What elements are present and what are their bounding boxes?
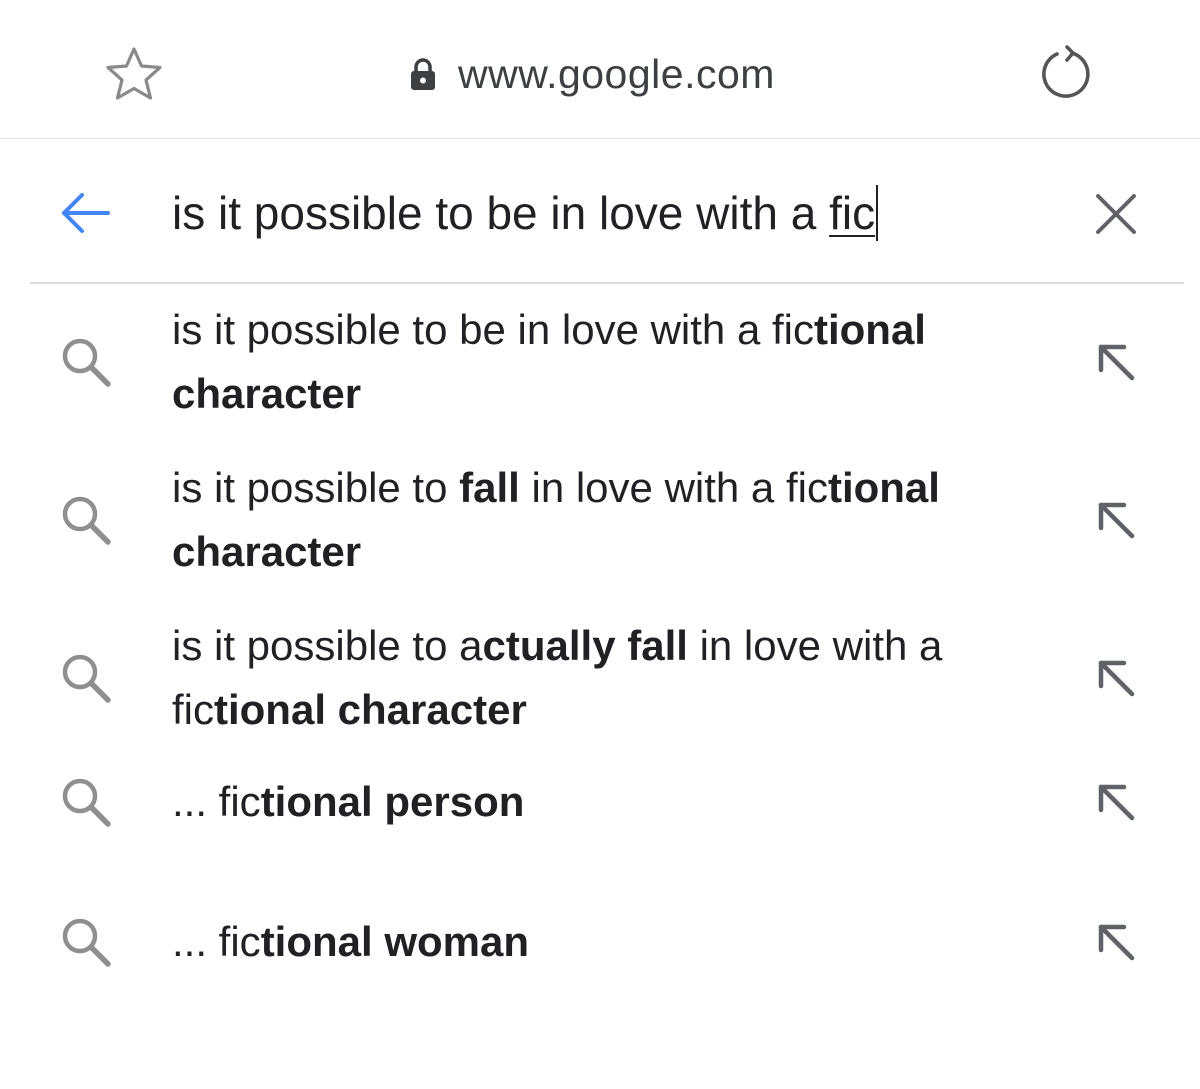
- address-bar: www.google.com: [0, 0, 1200, 139]
- suggestion-text[interactable]: is it possible to be in love with a fict…: [172, 298, 1042, 426]
- bookmark-star-icon[interactable]: [104, 44, 164, 104]
- search-icon: [56, 772, 116, 832]
- suggestion-completion-text: tional person: [260, 778, 525, 825]
- suggestion-typed-text: is it possible to be in love with a fic: [172, 306, 814, 353]
- suggestion-text[interactable]: ... fictional woman: [172, 910, 1042, 974]
- suggestion-completion-text: fall: [459, 464, 520, 511]
- arrow-back-icon[interactable]: [56, 185, 116, 241]
- url-text: www.google.com: [458, 50, 775, 97]
- suggestion-completion-text: tional character: [214, 686, 527, 733]
- lock-icon: [408, 56, 438, 92]
- fill-query-arrow-icon[interactable]: [1090, 776, 1142, 828]
- url-display[interactable]: www.google.com: [408, 44, 775, 104]
- fill-query-arrow-icon[interactable]: [1090, 336, 1142, 388]
- search-icon: [56, 648, 116, 708]
- search-icon: [56, 490, 116, 550]
- reload-icon[interactable]: [1034, 42, 1098, 106]
- suggestion-completion-text: tional woman: [260, 918, 530, 965]
- suggestion-text[interactable]: is it possible to actually fall in love …: [172, 614, 1042, 742]
- fill-query-arrow-icon[interactable]: [1090, 652, 1142, 704]
- query-prefix-text: is it possible to be in love with a: [172, 187, 830, 239]
- suggestion-typed-text: ... fic: [172, 918, 261, 965]
- query-typed-text: fic: [829, 187, 876, 239]
- suggestion-typed-text: is it possible to: [172, 464, 460, 511]
- fill-query-arrow-icon[interactable]: [1090, 916, 1142, 968]
- close-icon[interactable]: [1090, 188, 1142, 240]
- search-icon: [56, 912, 116, 972]
- browser-screen: www.google.com is it possible to be in l…: [0, 0, 1200, 1089]
- fill-query-arrow-icon[interactable]: [1090, 494, 1142, 546]
- suggestion-text[interactable]: is it possible to fall in love with a fi…: [172, 456, 1042, 584]
- suggestion-typed-text: ... fic: [172, 778, 261, 825]
- suggestion-completion-text: ctually fall: [482, 622, 688, 669]
- suggestion-typed-text: is it possible to a: [172, 622, 483, 669]
- search-input[interactable]: is it possible to be in love with a fic: [172, 178, 879, 248]
- text-caret: [876, 185, 879, 241]
- search-box: is it possible to be in love with a fic: [30, 140, 1184, 284]
- search-icon: [56, 332, 116, 392]
- suggestion-text[interactable]: ... fictional person: [172, 770, 1042, 834]
- suggestion-typed-text: in love with a fic: [519, 464, 828, 511]
